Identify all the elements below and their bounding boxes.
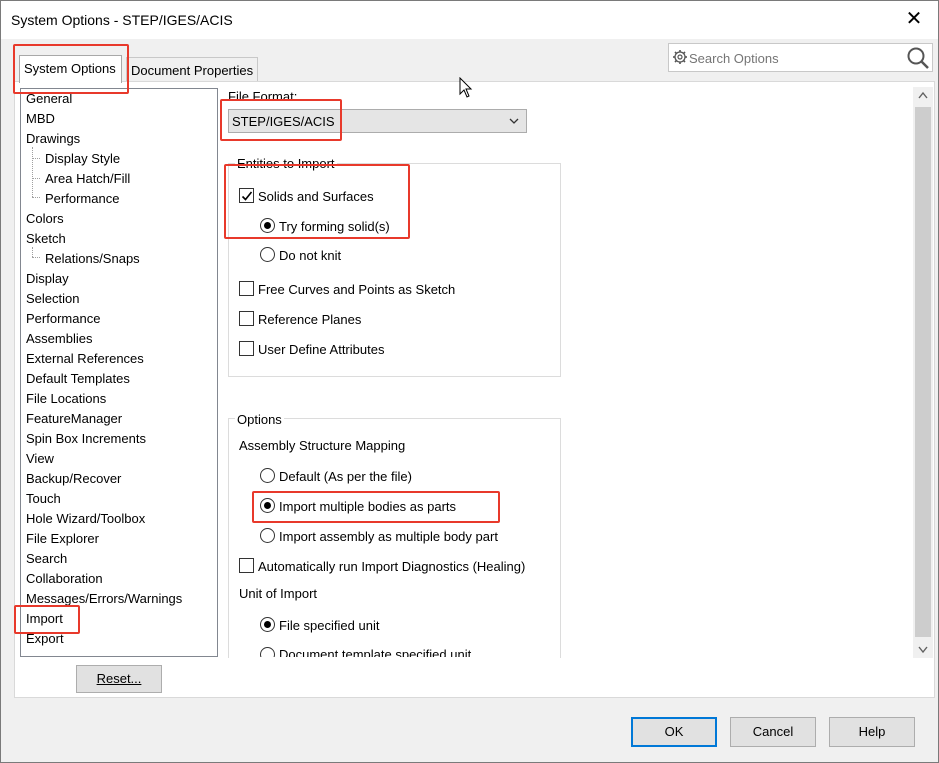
ok-button[interactable]: OK — [631, 717, 717, 747]
tree-item-view[interactable]: View — [26, 450, 54, 468]
tree-item-drawings[interactable]: Drawings — [26, 130, 80, 148]
tree-item-area-hatch-fill[interactable]: Area Hatch/Fill — [45, 170, 130, 188]
reference-planes-checkbox[interactable] — [239, 311, 254, 326]
default-as-per-file-radio[interactable] — [260, 468, 275, 483]
file-specified-unit-radio[interactable] — [260, 617, 275, 632]
free-curves-checkbox[interactable] — [239, 281, 254, 296]
reference-planes-label: Reference Planes — [258, 312, 362, 327]
tree-item-file-locations[interactable]: File Locations — [26, 390, 106, 408]
tree-item-external-references[interactable]: External References — [26, 350, 144, 368]
assembly-structure-mapping-label: Assembly Structure Mapping — [239, 438, 406, 453]
search-box[interactable] — [668, 43, 933, 72]
tree-guide — [32, 257, 40, 258]
tree-guide — [32, 158, 40, 159]
tree-guide — [32, 247, 33, 257]
try-forming-solids-label: Try forming solid(s) — [279, 219, 390, 234]
tree-item-backup-recover[interactable]: Backup/Recover — [26, 470, 121, 488]
tree-guide — [32, 197, 40, 198]
search-icon[interactable] — [905, 46, 931, 70]
tree-item-touch[interactable]: Touch — [26, 490, 61, 508]
cancel-button[interactable]: Cancel — [730, 717, 816, 747]
import-multiple-bodies-label: Import multiple bodies as parts — [279, 499, 457, 514]
tree-item-import[interactable]: Import — [26, 610, 63, 628]
tree-item-default-templates[interactable]: Default Templates — [26, 370, 130, 388]
tree-guide — [32, 178, 40, 179]
chevron-down-icon — [509, 118, 519, 124]
tab-label: System Options — [24, 61, 116, 76]
reset-button-label: Reset... — [96, 671, 142, 686]
user-define-attributes-checkbox[interactable] — [239, 341, 254, 356]
scroll-down-icon[interactable] — [913, 641, 933, 658]
import-assembly-multibody-radio[interactable] — [260, 528, 275, 543]
tree-item-relations-snaps[interactable]: Relations/Snaps — [45, 250, 140, 268]
entities-group-label: Entities to Import — [235, 156, 337, 171]
tab-document-properties[interactable]: Document Properties — [126, 57, 259, 83]
document-template-unit-radio[interactable] — [260, 647, 275, 657]
tree-item-selection[interactable]: Selection — [26, 290, 79, 308]
tab-label: Document Properties — [131, 63, 254, 78]
do-not-knit-radio[interactable] — [260, 247, 275, 262]
solids-surfaces-label: Solids and Surfaces — [258, 189, 374, 204]
user-define-attributes-label: User Define Attributes — [258, 342, 385, 357]
options-tree[interactable]: General MBD Drawings Display Style Area … — [20, 88, 218, 657]
tree-item-colors[interactable]: Colors — [26, 210, 64, 228]
search-input[interactable] — [689, 49, 899, 67]
import-assembly-multibody-label: Import assembly as multiple body part — [279, 529, 498, 544]
document-template-unit-label: Document template specified unit — [279, 647, 472, 657]
solids-surfaces-checkbox[interactable] — [239, 188, 254, 203]
unit-of-import-label: Unit of Import — [239, 586, 318, 601]
tree-item-messages-errors-warnings[interactable]: Messages/Errors/Warnings — [26, 590, 182, 608]
tree-guide — [32, 147, 33, 197]
auto-import-diagnostics-label: Automatically run Import Diagnostics (He… — [258, 559, 526, 574]
file-format-select[interactable]: STEP/IGES/ACIS — [228, 109, 527, 133]
clipped-row: Document template specified unit — [228, 641, 568, 657]
window-title: System Options - STEP/IGES/ACIS — [11, 12, 233, 28]
tree-item-spin-box-increments[interactable]: Spin Box Increments — [26, 430, 146, 448]
reset-button[interactable]: Reset... — [76, 665, 162, 693]
tree-item-display[interactable]: Display — [26, 270, 69, 288]
tree-item-display-style[interactable]: Display Style — [45, 150, 120, 168]
help-button[interactable]: Help — [829, 717, 915, 747]
file-format-label: File Format: — [228, 89, 298, 104]
try-forming-solids-radio[interactable] — [260, 218, 275, 233]
checkmark-icon — [241, 191, 253, 201]
options-group-label: Options — [235, 412, 284, 427]
tree-item-general[interactable]: General — [26, 90, 72, 108]
tree-item-file-explorer[interactable]: File Explorer — [26, 530, 99, 548]
tree-item-search[interactable]: Search — [26, 550, 67, 568]
title-bar: System Options - STEP/IGES/ACIS ✕ — [1, 1, 938, 39]
tree-item-sketch[interactable]: Sketch — [26, 230, 66, 248]
do-not-knit-label: Do not knit — [279, 248, 342, 263]
scroll-thumb[interactable] — [915, 107, 931, 637]
tree-item-assemblies[interactable]: Assemblies — [26, 330, 92, 348]
tree-item-hole-wizard-toolbox[interactable]: Hole Wizard/Toolbox — [26, 510, 145, 528]
tree-item-mbd[interactable]: MBD — [26, 110, 55, 128]
file-specified-unit-label: File specified unit — [279, 618, 380, 633]
auto-import-diagnostics-checkbox[interactable] — [239, 558, 254, 573]
default-as-per-file-label: Default (As per the file) — [279, 469, 412, 484]
vertical-scrollbar[interactable] — [913, 87, 933, 658]
gear-icon — [673, 50, 687, 64]
import-multiple-bodies-radio[interactable] — [260, 498, 275, 513]
tree-item-performance[interactable]: Performance — [26, 310, 100, 328]
tree-item-export[interactable]: Export — [26, 630, 64, 648]
tab-system-options[interactable]: System Options — [19, 55, 122, 83]
system-options-dialog: System Options - STEP/IGES/ACIS ✕ Docume… — [0, 0, 939, 763]
close-icon[interactable]: ✕ — [904, 9, 924, 29]
tree-item-drawings-performance[interactable]: Performance — [45, 190, 119, 208]
scroll-up-icon[interactable] — [913, 87, 933, 104]
tree-item-featuremanager[interactable]: FeatureManager — [26, 410, 122, 428]
file-format-value: STEP/IGES/ACIS — [232, 114, 335, 129]
tree-item-collaboration[interactable]: Collaboration — [26, 570, 103, 588]
mouse-cursor-icon — [459, 77, 473, 98]
free-curves-label: Free Curves and Points as Sketch — [258, 282, 456, 297]
